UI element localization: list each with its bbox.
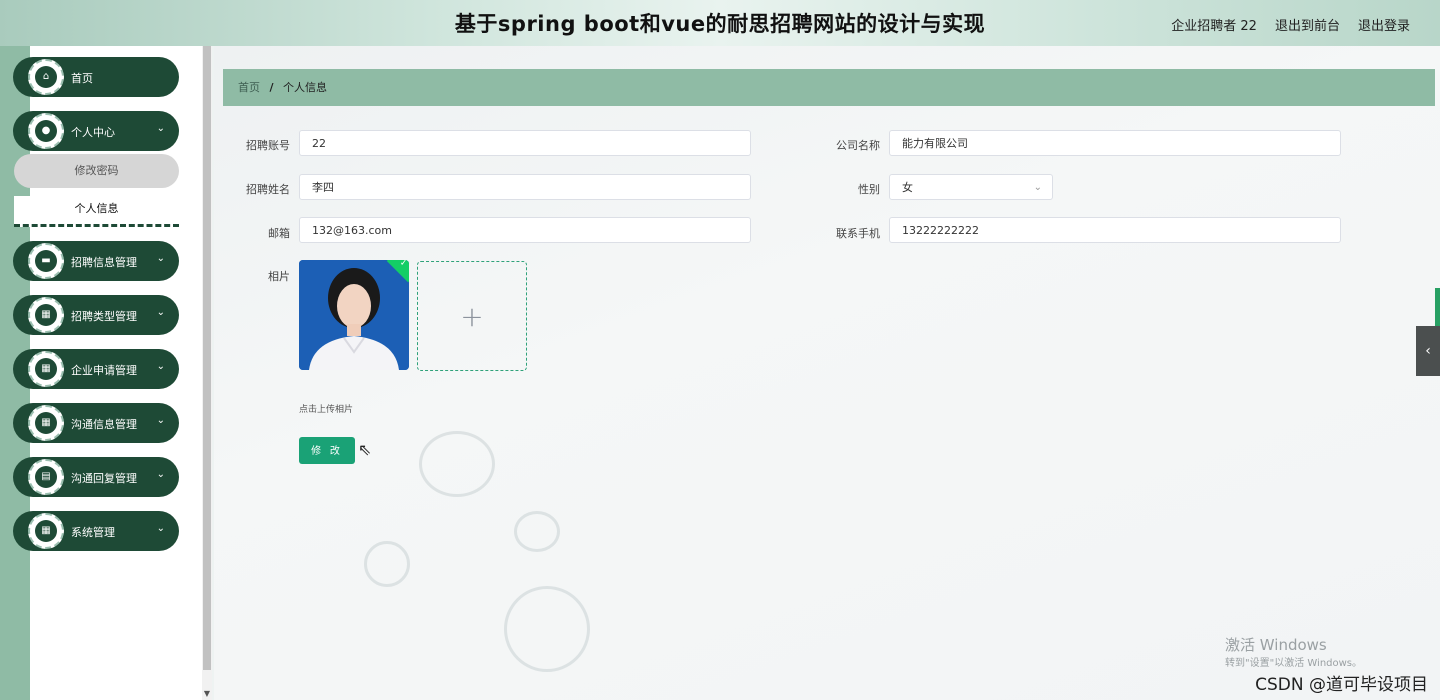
sidebar-item-communication-reply[interactable]: ▤ 沟通回复管理 ⌄ <box>13 457 179 497</box>
mouse-cursor-icon: ⇖ <box>358 440 372 459</box>
background-drop-decor <box>364 541 410 587</box>
windows-activation-hint: 转到"设置"以激活 Windows。 <box>1225 658 1363 669</box>
gender-select[interactable]: 女 ⌄ <box>889 174 1053 200</box>
logout-link[interactable]: 退出登录 <box>1358 15 1410 34</box>
sidebar-item-system[interactable]: ▦ 系统管理 ⌄ <box>13 511 179 551</box>
photo-upload-button[interactable]: + <box>417 261 527 371</box>
top-header: 基于spring boot和vue的耐思招聘网站的设计与实现 企业招聘者 22 … <box>0 0 1440 46</box>
uploaded-photo[interactable]: ✓ <box>299 260 409 370</box>
background-drop-decor <box>504 586 590 672</box>
chevron-down-icon: ⌄ <box>156 415 165 426</box>
windows-activation-watermark: 激活 Windows <box>1225 636 1327 654</box>
chevron-down-icon: ⌄ <box>156 361 165 372</box>
sidebar-item-recruit-type[interactable]: ▦ 招聘类型管理 ⌄ <box>13 295 179 335</box>
company-field[interactable]: 能力有限公司 <box>889 130 1341 156</box>
email-label: 邮箱 <box>268 227 290 240</box>
chevron-down-icon: ⌄ <box>156 523 165 534</box>
sidebar-item-home[interactable]: ⌂ 首页 <box>13 57 179 97</box>
breadcrumb-current: 个人信息 <box>283 81 328 94</box>
current-user-label: 企业招聘者 22 <box>1171 19 1257 34</box>
sidebar-item-label: 企业申请管理 <box>71 364 137 377</box>
sidebar-subitem-change-password[interactable]: 修改密码 <box>14 154 179 188</box>
sidebar-item-communication-info[interactable]: ▦ 沟通信息管理 ⌄ <box>13 403 179 443</box>
sidebar-item-company-apply[interactable]: ▦ 企业申请管理 ⌄ <box>13 349 179 389</box>
header-actions: 企业招聘者 22 退出到前台 退出登录 <box>1171 15 1410 34</box>
submit-button[interactable]: 修 改 <box>299 437 355 464</box>
background-drop-decor <box>514 511 560 552</box>
phone-field[interactable]: 13222222222 <box>889 217 1341 243</box>
chevron-down-icon: ⌄ <box>1033 182 1042 193</box>
email-field[interactable]: 132@163.com <box>299 217 751 243</box>
sidebar-item-recruit-info[interactable]: ▬ 招聘信息管理 ⌄ <box>13 241 179 281</box>
document-icon: ▤ <box>28 459 64 495</box>
name-field[interactable]: 李四 <box>299 174 751 200</box>
sidebar-item-label: 系统管理 <box>71 526 115 539</box>
upload-hint: 点击上传相片 <box>299 405 354 415</box>
chevron-down-icon: ⌄ <box>156 307 165 318</box>
breadcrumb-separator: / <box>269 81 274 94</box>
home-icon: ⌂ <box>28 59 64 95</box>
scrollbar-thumb[interactable] <box>203 46 211 670</box>
chevron-down-icon: ⌄ <box>156 123 165 134</box>
sidebar-scrollbar[interactable]: ▼ <box>202 46 212 700</box>
sidebar-item-label: 招聘信息管理 <box>71 256 137 269</box>
sidebar-item-label: 沟通回复管理 <box>71 472 137 485</box>
main-content: 首页 / 个人信息 招聘账号 22 公司名称 能力有限公司 招聘姓名 李四 性别… <box>214 46 1440 700</box>
scroll-down-arrow-icon[interactable]: ▼ <box>202 689 212 698</box>
sidebar-subitem-personal-info[interactable]: 个人信息 <box>14 196 179 227</box>
grid-icon: ▦ <box>28 297 64 333</box>
gender-select-value: 女 <box>902 181 913 194</box>
gender-label: 性别 <box>858 183 880 196</box>
company-label: 公司名称 <box>836 139 880 152</box>
grid-icon: ▦ <box>28 405 64 441</box>
side-accent-bar <box>1435 288 1440 328</box>
briefcase-icon: ▬ <box>28 243 64 279</box>
sidebar-item-label: 招聘类型管理 <box>71 310 137 323</box>
photo-label: 相片 <box>268 270 290 283</box>
grid-icon: ▦ <box>28 513 64 549</box>
background-drop-decor <box>419 431 495 497</box>
breadcrumb-home[interactable]: 首页 <box>238 81 260 94</box>
user-icon: ● <box>28 113 64 149</box>
name-label: 招聘姓名 <box>246 183 290 196</box>
side-panel-toggle-icon[interactable]: ‹ <box>1416 326 1440 376</box>
sidebar-item-label: 个人中心 <box>71 126 115 139</box>
check-icon: ✓ <box>399 260 408 269</box>
grid-icon: ▦ <box>28 351 64 387</box>
portrait-image <box>299 260 409 370</box>
breadcrumb: 首页 / 个人信息 <box>223 69 1435 106</box>
chevron-down-icon: ⌄ <box>156 253 165 264</box>
sidebar-item-label: 首页 <box>71 72 93 85</box>
sidebar-item-personal-center[interactable]: ● 个人中心 ⌄ <box>13 111 179 151</box>
csdn-watermark: CSDN @道可毕设项目 <box>1255 675 1428 695</box>
sidebar-item-label: 沟通信息管理 <box>71 418 137 431</box>
account-label: 招聘账号 <box>246 139 290 152</box>
phone-label: 联系手机 <box>836 227 880 240</box>
exit-to-frontend-link[interactable]: 退出到前台 <box>1275 15 1340 34</box>
chevron-down-icon: ⌄ <box>156 469 165 480</box>
account-field[interactable]: 22 <box>299 130 751 156</box>
